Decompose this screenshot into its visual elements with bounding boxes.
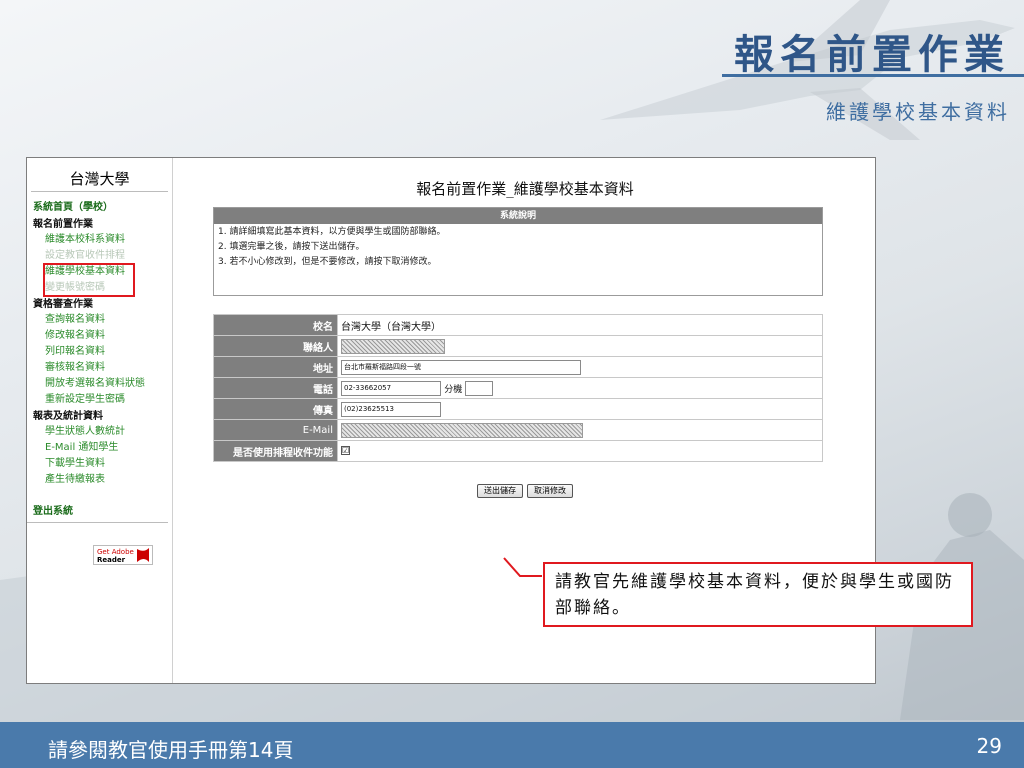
sidebar-item-maintain-departments[interactable]: 維護本校科系資料: [27, 232, 172, 248]
sidebar-item-print-registration[interactable]: 列印報名資料: [27, 344, 172, 360]
get-adobe-reader-badge[interactable]: Get Adobe Reader: [93, 545, 153, 565]
sidebar-item-reset-student-password[interactable]: 重新設定學生密碼: [27, 392, 172, 408]
instructions-header: 系統說明: [214, 208, 822, 224]
cancel-edit-button[interactable]: 取消修改: [527, 484, 573, 498]
sidebar-home-link[interactable]: 系統首頁（學校）: [27, 192, 172, 216]
slide-footer: 請參閱教官使用手冊第14頁 29: [0, 722, 1024, 768]
title-divider: [722, 74, 1024, 77]
form-row-phone: 電話 02-33662057 分機: [213, 377, 823, 399]
manual-reference-note: 請參閱教官使用手冊第14頁: [48, 738, 294, 762]
form-row-school: 校名 台灣大學（台灣大學）: [213, 314, 823, 336]
sidebar-section-title: 報表及統計資料: [33, 411, 103, 422]
slide-title: 報名前置作業: [734, 31, 1010, 78]
sidebar-item-query-registration[interactable]: 查詢報名資料: [27, 312, 172, 328]
slide-subtitle: 維護學校基本資料: [826, 100, 1010, 124]
sidebar-item-set-schedule[interactable]: 設定教官收件排程: [27, 248, 172, 264]
page-number: 29: [976, 734, 1002, 758]
form-row-email: E-Mail: [213, 419, 823, 441]
school-info-form: 校名 台灣大學（台灣大學） 聯絡人 地址 台北市羅斯福路四段一號 電話 02-3…: [213, 314, 823, 462]
form-row-contact: 聯絡人: [213, 335, 823, 357]
sidebar-item-review-registration[interactable]: 審核報名資料: [27, 360, 172, 376]
fax-label: 傳真: [213, 398, 338, 420]
sidebar-item-download-students[interactable]: 下載學生資料: [27, 456, 172, 472]
instruction-line: 2. 填選完畢之後，請按下送出儲存。: [218, 242, 365, 252]
schedule-label: 是否使用排程收件功能: [213, 440, 338, 462]
schedule-checkbox[interactable]: ☑: [341, 446, 350, 455]
address-label: 地址: [213, 356, 338, 378]
submit-save-button[interactable]: 送出儲存: [477, 484, 523, 498]
callout-pointer: [503, 557, 542, 577]
instruction-line: 3. 若不小心修改到，但是不要修改，請按下取消修改。: [218, 257, 437, 267]
phone-input[interactable]: 02-33662057: [341, 380, 441, 396]
system-instructions-panel: 系統說明 1. 請詳細填寫此基本資料，以方便與學生或國防部聯絡。 2. 填選完畢…: [213, 207, 823, 296]
form-row-address: 地址 台北市羅斯福路四段一號: [213, 356, 823, 378]
form-actions: 送出儲存 取消修改: [173, 484, 875, 498]
email-field-redacted[interactable]: [341, 422, 583, 438]
fax-input[interactable]: (02)23625513: [341, 401, 441, 417]
address-input[interactable]: 台北市羅斯福路四段一號: [341, 359, 581, 375]
sidebar-item-edit-registration[interactable]: 修改報名資料: [27, 328, 172, 344]
callout-note: 請教官先維護學校基本資料，便於與學生或國防部聯絡。: [543, 562, 973, 627]
page-title: 報名前置作業_維護學校基本資料: [416, 180, 634, 198]
form-row-fax: 傳真 (02)23625513: [213, 398, 823, 420]
contact-label: 聯絡人: [213, 335, 338, 357]
sidebar-item-student-stats[interactable]: 學生狀態人數統計: [27, 424, 172, 440]
sidebar-item-generate-report[interactable]: 產生待繳報表: [27, 472, 172, 488]
sidebar-section-title: 報名前置作業: [33, 219, 93, 230]
instruction-line: 1. 請詳細填寫此基本資料，以方便與學生或國防部聯絡。: [218, 227, 446, 237]
email-label: E-Mail: [213, 419, 338, 441]
adobe-logo-icon: [137, 548, 149, 562]
sidebar-item-email-students[interactable]: E-Mail 通知學生: [27, 440, 172, 456]
form-row-schedule: 是否使用排程收件功能 ☑: [213, 440, 823, 462]
extension-input[interactable]: [465, 380, 494, 396]
school-name-value: 台灣大學（台灣大學）: [337, 314, 823, 336]
phone-label: 電話: [213, 377, 338, 399]
contact-field-redacted[interactable]: [341, 338, 445, 354]
sidebar-school-name: 台灣大學: [31, 158, 168, 192]
sidebar-logout-link[interactable]: 登出系統: [27, 502, 168, 523]
menu-item-highlight-box: [43, 263, 135, 297]
extension-label: 分機: [444, 384, 463, 395]
sidebar-section-title: 資格審查作業: [33, 299, 93, 310]
sidebar: 台灣大學 系統首頁（學校） 報名前置作業 維護本校科系資料 設定教官收件排程 維…: [27, 158, 173, 683]
sidebar-item-open-status[interactable]: 開放考選報名資料狀態: [27, 376, 172, 392]
school-name-label: 校名: [213, 314, 338, 336]
